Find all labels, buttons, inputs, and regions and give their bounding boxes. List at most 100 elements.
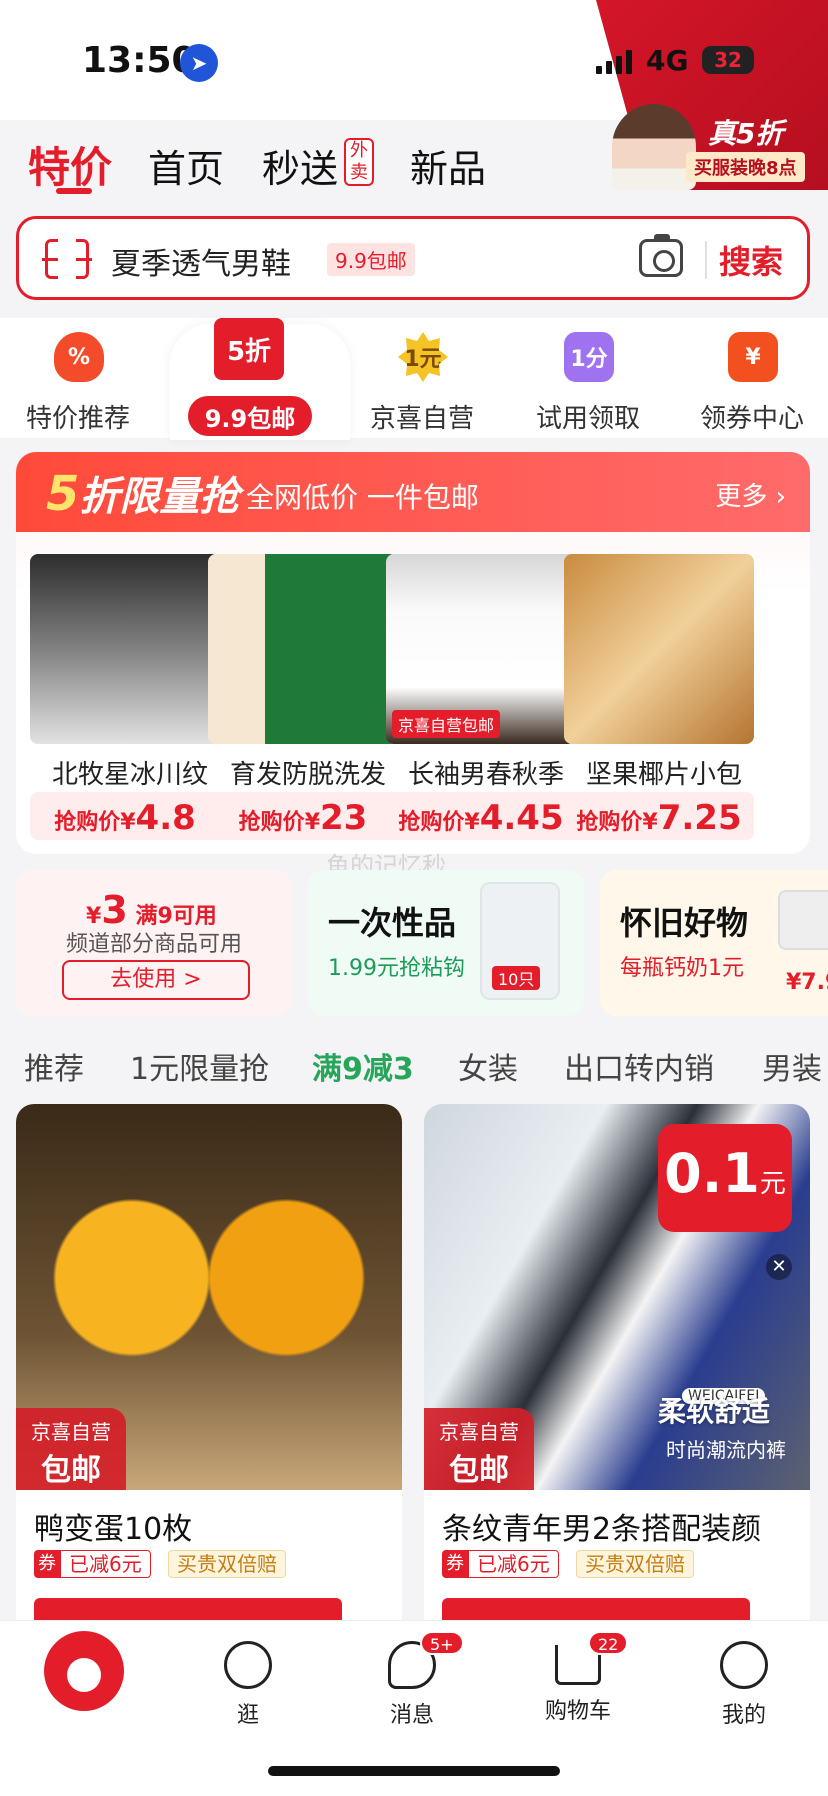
coupon-yen-icon: ¥ bbox=[728, 332, 778, 382]
nav-item-guang[interactable]: 逛 bbox=[188, 1629, 308, 1729]
promo-model-image[interactable] bbox=[612, 104, 696, 190]
channel-label: 领券中心 bbox=[699, 404, 804, 434]
product-card[interactable]: 0.1元 ✕ WEICAIFEI 柔软舒适 时尚潮流内裤 京喜自营 包邮 条纹青… bbox=[424, 1104, 810, 1624]
location-arrow-icon: ➤ bbox=[180, 44, 218, 82]
jingxi-ziying-badge: 京喜自营 包邮 bbox=[424, 1408, 534, 1490]
tab-new[interactable]: 新品 bbox=[410, 138, 486, 193]
cart-count-badge: 22 bbox=[588, 1631, 629, 1655]
promo-subtitle[interactable]: 买服装晚8点 bbox=[686, 152, 805, 182]
price-value: 23 bbox=[320, 798, 368, 838]
search-hint-chip: 9.9包邮 bbox=[327, 243, 415, 276]
flash-item-name: 育发防脱洗发 bbox=[229, 760, 386, 790]
flash-item-price[interactable]: 抢购价¥4.45 bbox=[386, 792, 576, 840]
status-bar: 13:50 ➤ 4G 32 bbox=[0, 0, 828, 190]
promo-card-price: ¥7.9 bbox=[786, 970, 828, 995]
flash-sale-section: 5折限量抢 全网低价 一件包邮 更多 › 北牧星冰川纹 抢购价¥4.8 育发防脱… bbox=[16, 452, 810, 854]
promo-title[interactable]: 真5折 bbox=[708, 112, 783, 152]
promo-card-subtitle: 每瓶钙奶1元 bbox=[620, 956, 744, 981]
flash-sale-title-text: 折限量抢 bbox=[79, 474, 240, 520]
jingxi-baoyou-tag: 京喜自营包邮 bbox=[392, 710, 501, 738]
channel-shiyong-lingqu[interactable]: 1分 试用领取 bbox=[518, 318, 658, 438]
nav-label: 购物车 bbox=[544, 1699, 611, 1724]
flash-item[interactable]: 京喜自营包邮 长袖男春秋季 抢购价¥4.45 bbox=[386, 554, 576, 844]
gift-box-icon[interactable]: 5折 bbox=[214, 318, 284, 380]
product-card[interactable]: 京喜自营 包邮 鸭变蛋10枚 券 已减6元 买贵双倍赔 bbox=[16, 1104, 402, 1624]
use-coupon-button[interactable]: 去使用 > bbox=[62, 960, 250, 1000]
promo-card-disposables[interactable]: 一次性品 1.99元抢粘钩 10只 bbox=[308, 870, 584, 1016]
channel-lingquan-zhongxin[interactable]: ¥ 领券中心 bbox=[682, 318, 822, 438]
signal-icon bbox=[596, 50, 632, 74]
coupon-mark: 券 bbox=[442, 1550, 468, 1578]
nav-item-messages[interactable]: 消息 5+ bbox=[352, 1629, 472, 1729]
product-image-shirt[interactable]: 京喜自营包邮 bbox=[386, 554, 576, 744]
home-indicator[interactable] bbox=[268, 1766, 560, 1776]
product-title[interactable]: 鸭变蛋10枚 bbox=[34, 1504, 192, 1548]
flash-sale-more-link[interactable]: 更多 › bbox=[715, 476, 786, 513]
price-guarantee-tag: 买贵双倍赔 bbox=[576, 1550, 694, 1578]
category-tab[interactable]: 出口转内销 bbox=[564, 1044, 714, 1088]
badge-top: 京喜自营 bbox=[439, 1420, 519, 1444]
camera-icon[interactable] bbox=[639, 234, 683, 277]
tab-active-indicator bbox=[56, 188, 92, 194]
search-bar[interactable]: 夏季透气男鞋 9.9包邮 搜索 bbox=[16, 216, 810, 300]
coupon-mark: 券 bbox=[34, 1550, 60, 1578]
category-tab[interactable]: 1元限量抢 bbox=[130, 1044, 269, 1088]
search-input[interactable]: 夏季透气男鞋 bbox=[111, 239, 291, 283]
network-type: 4G bbox=[646, 44, 689, 77]
product-title[interactable]: 条纹青年男2条搭配装颜 bbox=[442, 1504, 761, 1548]
badge-top: 京喜自营 bbox=[31, 1420, 111, 1444]
one-cent-bag-icon: 1分 bbox=[564, 332, 614, 382]
currency: ¥ bbox=[642, 810, 658, 835]
coupon-card[interactable]: ¥3 满9可用 频道部分商品可用 去使用 > bbox=[16, 870, 292, 1016]
flash-item-price[interactable]: 抢购价¥7.25 bbox=[564, 792, 754, 840]
flash-item[interactable]: 北牧星冰川纹 抢购价¥4.8 bbox=[30, 554, 220, 844]
channel-tejia-tuijian[interactable]: % 特价推荐 bbox=[8, 318, 148, 438]
price-value: 7.25 bbox=[657, 798, 742, 838]
flash-item[interactable]: 坚果椰片小包 抢购价¥7.25 bbox=[564, 554, 754, 844]
top-tabs: 特价 首页 秒送 新品 bbox=[0, 120, 600, 200]
tab-home[interactable]: 首页 bbox=[148, 138, 224, 193]
price-value: 4.45 bbox=[479, 798, 564, 838]
chevron-right-icon: › bbox=[775, 482, 786, 512]
one-yuan-icon: 1元 bbox=[398, 332, 448, 382]
category-tab[interactable]: 男装 bbox=[762, 1044, 822, 1088]
promo-card-title: 怀旧好物 bbox=[620, 904, 749, 942]
product-image-nuts[interactable] bbox=[564, 554, 754, 744]
flash-item-price[interactable]: 抢购价¥4.8 bbox=[30, 792, 220, 840]
cream-jar-image bbox=[778, 890, 828, 950]
flame-percent-icon: % bbox=[54, 332, 104, 382]
flash-item[interactable]: 育发防脱洗发 抢购价¥23 bbox=[208, 554, 398, 844]
jingxi-ziying-badge: 京喜自营 包邮 bbox=[16, 1408, 126, 1490]
user-icon bbox=[720, 1641, 768, 1689]
tab-miaosong[interactable]: 秒送 bbox=[262, 138, 338, 193]
close-icon[interactable]: ✕ bbox=[766, 1254, 792, 1280]
channel-99-baoyou[interactable]: 9.9包邮 bbox=[188, 396, 312, 436]
channel-label: 特价推荐 bbox=[25, 404, 130, 434]
promo-card-nostalgia[interactable]: 怀旧好物 每瓶钙奶1元 ¥7.9 bbox=[600, 870, 828, 1016]
coupon-description: 频道部分商品可用 bbox=[65, 932, 242, 957]
category-tab-active[interactable]: 满9减3 bbox=[312, 1044, 414, 1088]
product-image-shampoo[interactable] bbox=[208, 554, 398, 744]
scan-icon[interactable] bbox=[42, 236, 92, 282]
category-tab[interactable]: 推荐 bbox=[24, 1044, 84, 1088]
flash-sale-title-number: 5 bbox=[46, 466, 80, 522]
price-label: 抢购价 bbox=[398, 810, 465, 835]
category-tab[interactable]: 女装 bbox=[458, 1044, 518, 1088]
flash-sale-header: 5折限量抢 全网低价 一件包邮 更多 › bbox=[16, 452, 810, 532]
mascot-icon[interactable] bbox=[44, 1631, 124, 1711]
coupon-discount: 已减6元 bbox=[468, 1550, 559, 1578]
coupon-discount: 已减6元 bbox=[60, 1550, 151, 1578]
flash-sale-subtitle: 全网低价 一件包邮 bbox=[246, 481, 479, 514]
tab-tejia[interactable]: 特价 bbox=[28, 134, 112, 195]
waimai-badge: 外卖 bbox=[344, 138, 374, 186]
channel-jingxi-ziying[interactable]: 1元 京喜自营 bbox=[352, 318, 492, 438]
flash-item-name: 坚果椰片小包 bbox=[585, 760, 742, 790]
nav-label: 我的 bbox=[721, 1703, 766, 1728]
nav-item-me[interactable]: 我的 bbox=[684, 1629, 804, 1729]
flash-item-price[interactable]: 抢购价¥23 bbox=[208, 792, 398, 840]
currency: ¥ bbox=[464, 810, 480, 835]
search-button[interactable]: 搜索 bbox=[719, 237, 783, 283]
nav-item-cart[interactable]: 购物车 22 bbox=[518, 1629, 638, 1725]
badge-bottom: 包邮 bbox=[41, 1453, 101, 1488]
product-image-glass[interactable] bbox=[30, 554, 220, 744]
